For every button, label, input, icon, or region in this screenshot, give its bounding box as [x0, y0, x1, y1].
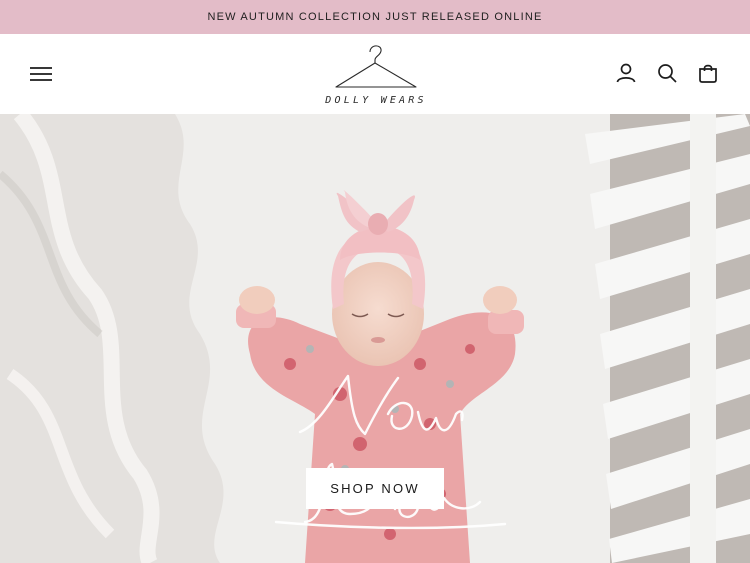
announcement-text: NEW AUTUMN COLLECTION JUST RELEASED ONLI…	[207, 11, 543, 23]
hanger-icon	[335, 45, 417, 88]
menu-button[interactable]	[28, 62, 54, 86]
cart-button[interactable]	[696, 61, 720, 85]
hero-banner: SHOP NOW	[0, 114, 750, 563]
menu-icon	[30, 67, 52, 81]
shop-now-button[interactable]: SHOP NOW	[306, 468, 444, 509]
account-icon	[616, 63, 636, 83]
search-button[interactable]	[655, 61, 679, 85]
site-header: DOLLY WEARS	[0, 34, 750, 114]
announcement-bar: NEW AUTUMN COLLECTION JUST RELEASED ONLI…	[0, 0, 750, 34]
logo-text: DOLLY WEARS	[325, 95, 427, 106]
cart-icon	[699, 64, 717, 83]
search-icon	[658, 64, 677, 83]
site-logo[interactable]: DOLLY WEARS	[318, 38, 434, 112]
account-button[interactable]	[614, 61, 638, 85]
